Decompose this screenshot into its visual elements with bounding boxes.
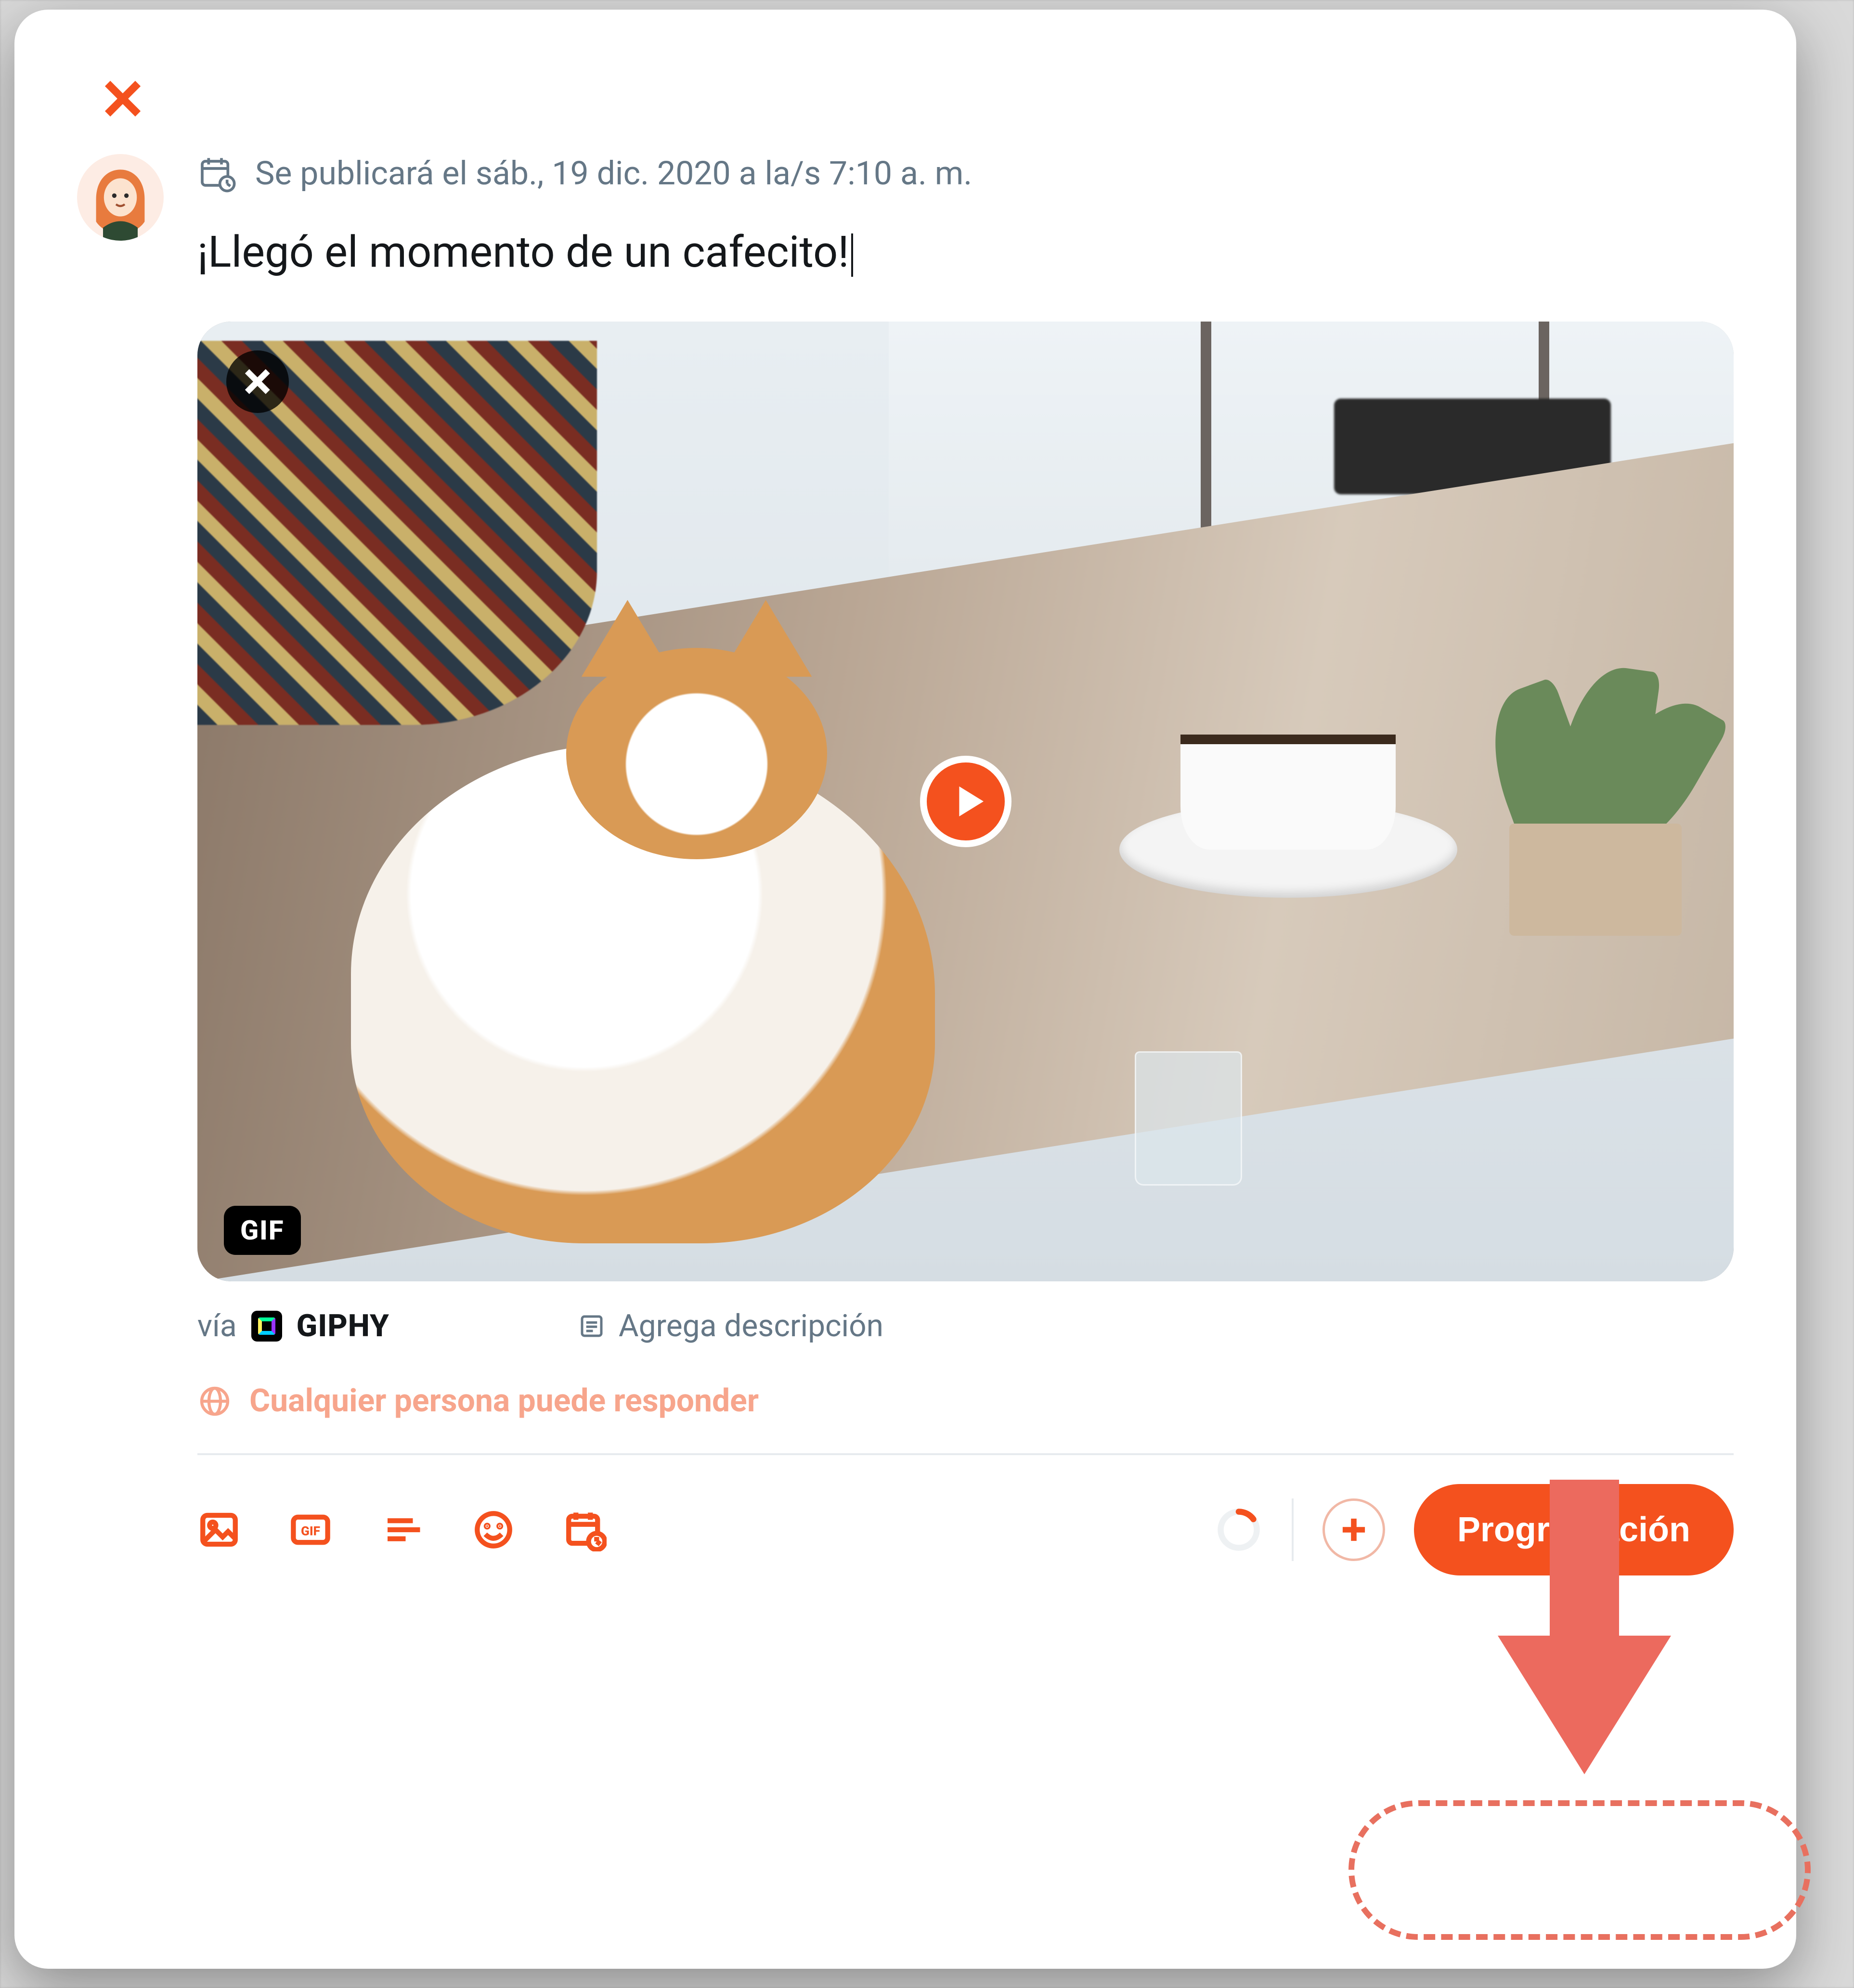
toolbar-left: GIF bbox=[197, 1508, 607, 1551]
media-attachment: GIF bbox=[197, 322, 1734, 1281]
gif-icon: GIF bbox=[289, 1508, 332, 1551]
add-emoji-button[interactable] bbox=[472, 1508, 515, 1551]
compose-column: Se publicará el sáb., 19 dic. 2020 a la/… bbox=[197, 154, 1734, 1925]
schedule-text: Se publicará el sáb., 19 dic. 2020 a la/… bbox=[255, 154, 972, 193]
poll-icon bbox=[380, 1508, 424, 1551]
media-provider: GIPHY bbox=[297, 1308, 389, 1344]
compose-text[interactable]: ¡Llegó el momento de un cafecito! bbox=[197, 226, 1734, 278]
close-icon bbox=[101, 77, 144, 120]
gif-badge: GIF bbox=[224, 1206, 301, 1255]
play-icon bbox=[950, 783, 987, 820]
image-icon bbox=[197, 1508, 241, 1551]
reply-settings-button[interactable]: Cualquier persona puede responder bbox=[197, 1382, 1734, 1420]
add-thread-button[interactable] bbox=[1322, 1498, 1385, 1561]
giphy-logo-icon bbox=[251, 1311, 282, 1342]
text-cursor bbox=[851, 233, 853, 277]
add-poll-button[interactable] bbox=[380, 1508, 424, 1551]
divider bbox=[197, 1453, 1734, 1455]
add-gif-button[interactable]: GIF bbox=[289, 1508, 332, 1551]
add-description-label: Agrega descripción bbox=[619, 1308, 883, 1344]
play-button[interactable] bbox=[920, 756, 1011, 847]
compose-content: Se publicará el sáb., 19 dic. 2020 a la/… bbox=[77, 154, 1734, 1925]
reply-settings-label: Cualquier persona puede responder bbox=[249, 1382, 759, 1420]
svg-text:GIF: GIF bbox=[301, 1524, 320, 1539]
toolbar-right: Programación bbox=[1215, 1484, 1734, 1575]
add-description-button[interactable]: Agrega descripción bbox=[577, 1308, 883, 1344]
compose-toolbar: GIF bbox=[197, 1484, 1734, 1575]
character-count-ring bbox=[1215, 1506, 1263, 1554]
separator bbox=[1292, 1498, 1294, 1561]
calendar-clock-icon bbox=[563, 1508, 607, 1551]
via-label: vía bbox=[197, 1308, 237, 1344]
schedule-button-icon[interactable] bbox=[563, 1508, 607, 1551]
submit-schedule-button[interactable]: Programación bbox=[1414, 1484, 1734, 1575]
add-image-button[interactable] bbox=[197, 1508, 241, 1551]
media-meta-row: vía GIPHY Agrega descripción bbox=[197, 1308, 1734, 1344]
close-button[interactable] bbox=[101, 77, 144, 120]
globe-icon bbox=[197, 1384, 232, 1419]
remove-media-button[interactable] bbox=[226, 350, 289, 413]
media-source: vía GIPHY bbox=[197, 1308, 389, 1344]
compose-text-value: ¡Llegó el momento de un cafecito! bbox=[197, 227, 849, 277]
description-icon bbox=[577, 1312, 606, 1341]
compose-modal: Se publicará el sáb., 19 dic. 2020 a la/… bbox=[14, 10, 1796, 1969]
emoji-icon bbox=[472, 1508, 515, 1551]
plus-icon bbox=[1338, 1514, 1370, 1546]
schedule-info[interactable]: Se publicará el sáb., 19 dic. 2020 a la/… bbox=[197, 154, 1734, 193]
progress-ring-icon bbox=[1215, 1506, 1263, 1554]
close-icon bbox=[240, 364, 275, 399]
avatar bbox=[77, 154, 164, 241]
calendar-clock-icon bbox=[197, 154, 236, 193]
